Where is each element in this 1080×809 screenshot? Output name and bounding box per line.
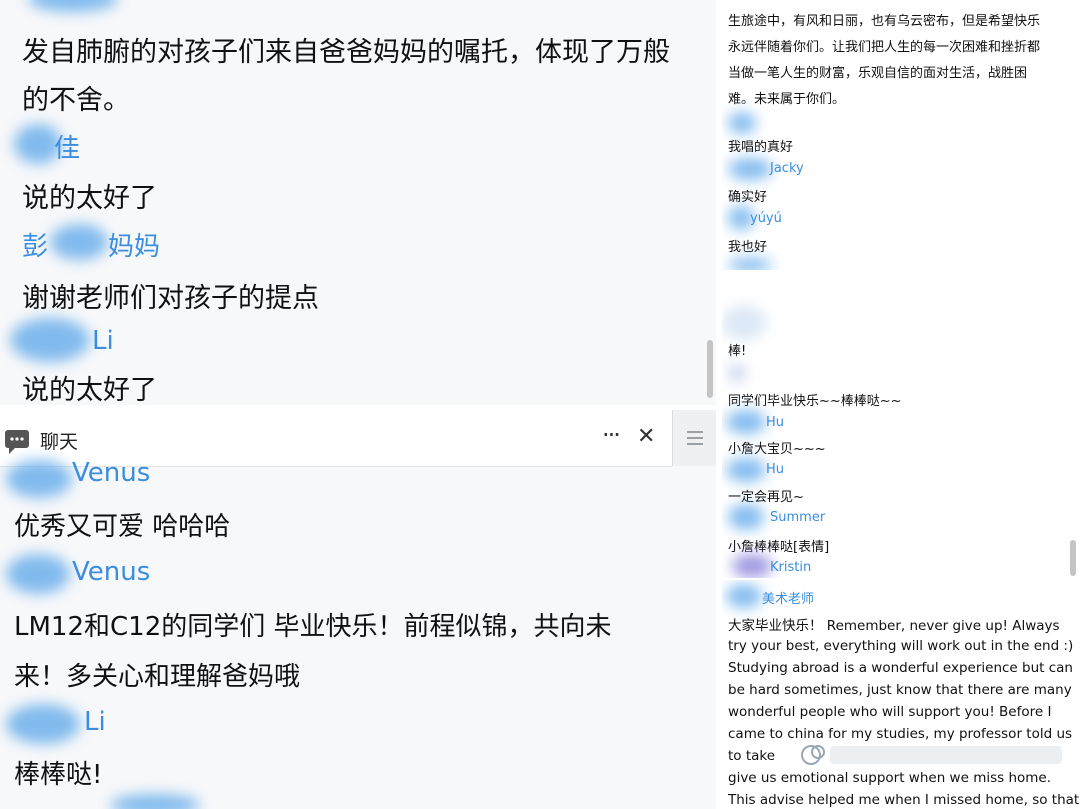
message-text: wonderful people who will support you! B… xyxy=(728,704,1052,720)
message-text: 我也好 xyxy=(728,240,768,255)
redacted-avatar xyxy=(28,0,118,12)
message-text: 说的太好了 xyxy=(22,375,157,405)
message-text: 优秀又可爱 哈哈哈 xyxy=(14,512,231,542)
sender-name: 彭 xyxy=(22,232,49,262)
redacted-avatar xyxy=(10,318,90,362)
redacted-name xyxy=(50,224,108,260)
message-text: 棒! xyxy=(728,344,747,359)
message-text: 永远伴随着你们。让我们把人生的每一次困难和挫折都 xyxy=(728,40,1041,55)
redacted-avatar xyxy=(726,458,766,482)
redacted-avatar xyxy=(722,306,766,340)
message-text: 棒棒哒! xyxy=(14,760,103,790)
redacted-avatar xyxy=(732,554,772,578)
sender-name: Jacky xyxy=(770,161,804,176)
scrollbar[interactable] xyxy=(707,340,713,398)
top-chat-panel: 发自肺腑的对孩子们来自爸爸妈妈的嘱托，体现了万般 的不舍。 佳 说的太好了 彭 … xyxy=(0,0,716,405)
watermark-logo xyxy=(798,742,1068,768)
message-text: 我唱的真好 xyxy=(728,140,794,155)
sender-name: 美术老师 xyxy=(762,592,815,607)
side-chat-top: 生旅途中，有风和日丽，也有乌云密布，但是希望快乐 永远伴随着你们。让我们把人生的… xyxy=(722,0,1080,270)
sender-name: 佳 xyxy=(54,134,81,164)
message-text: 小詹大宝贝~~~ xyxy=(728,442,826,457)
sender-name: Summer xyxy=(770,510,826,525)
chat-icon xyxy=(5,430,29,454)
sender-name: Hu xyxy=(766,415,785,430)
message-text: 小詹棒棒哒[表情] xyxy=(728,540,830,555)
more-icon[interactable]: ··· xyxy=(602,421,621,449)
chat-window: 聊天 ··· ✕ Venus 优秀又可爱 哈哈哈 Venus LM12和C12的… xyxy=(0,410,716,809)
message-text: 来！多关心和理解爸妈哦 xyxy=(14,662,301,692)
redacted-avatar xyxy=(728,364,746,382)
message-text: 说的太好了 xyxy=(22,183,157,214)
redacted-avatar xyxy=(6,460,72,498)
message-text: This advise helped me when I missed home… xyxy=(728,792,1080,808)
message-text: 一定会再见~ xyxy=(728,490,804,505)
side-chat-bottom: 美术老师 大家毕业快乐！ Remember, never give up! Al… xyxy=(722,580,1080,809)
scrollbar[interactable] xyxy=(1070,540,1076,576)
redacted-avatar xyxy=(728,112,756,134)
message-text: 生旅途中，有风和日丽，也有乌云密布，但是希望快乐 xyxy=(728,14,1041,29)
sender-name: Kristin xyxy=(770,560,812,575)
message-text: 发自肺腑的对孩子们来自爸爸妈妈的嘱托，体现了万般 xyxy=(22,37,670,68)
message-text: 确实好 xyxy=(728,190,768,205)
chat-title: 聊天 xyxy=(40,431,79,453)
message-text: to take xyxy=(728,748,776,764)
message-text: 谢谢老师们对孩子的提点 xyxy=(22,283,319,314)
menu-icon[interactable] xyxy=(672,410,716,466)
message-text: be hard sometimes, just know that there … xyxy=(728,682,1072,698)
message-text: came to china for my studies, my profess… xyxy=(728,726,1073,742)
redacted-avatar xyxy=(726,584,762,608)
message-text: 当做一笔人生的财富，乐观自信的面对生活，战胜困 xyxy=(728,66,1028,81)
redacted-avatar xyxy=(726,410,766,434)
message-text: 的不舍。 xyxy=(22,85,130,116)
message-text: 同学们毕业快乐~~棒棒哒~~ xyxy=(728,394,902,409)
side-chat-mid: 棒! 同学们毕业快乐~~棒棒哒~~ Hu 小詹大宝贝~~~ Hu 一定会再见~ … xyxy=(722,296,1080,578)
close-icon[interactable]: ✕ xyxy=(637,424,655,449)
sender-name: 妈妈 xyxy=(108,232,161,262)
redacted-avatar xyxy=(110,794,200,809)
sender-name: Li xyxy=(84,707,106,737)
sender-name: yúyú xyxy=(750,211,782,226)
sender-name: Venus xyxy=(72,458,151,488)
redacted-avatar xyxy=(728,504,764,530)
sender-name: Hu xyxy=(766,462,785,477)
sender-name: Venus xyxy=(72,557,151,587)
redacted-avatar xyxy=(728,258,772,270)
redacted-avatar xyxy=(6,554,70,594)
message-text: give us emotional support when we miss h… xyxy=(728,770,1052,786)
message-text: 大家毕业快乐！ Remember, never give up! Always xyxy=(728,618,1060,634)
sender-name: Li xyxy=(92,326,114,356)
redacted-avatar xyxy=(6,704,80,744)
message-text: try your best, everything will work out … xyxy=(728,638,1074,654)
message-text: Studying abroad is a wonderful experienc… xyxy=(728,660,1073,676)
message-text: 难。未来属于你们。 xyxy=(728,92,846,107)
redacted-avatar xyxy=(728,158,772,180)
message-text: LM12和C12的同学们 毕业快乐！前程似锦，共向未 xyxy=(14,612,612,642)
